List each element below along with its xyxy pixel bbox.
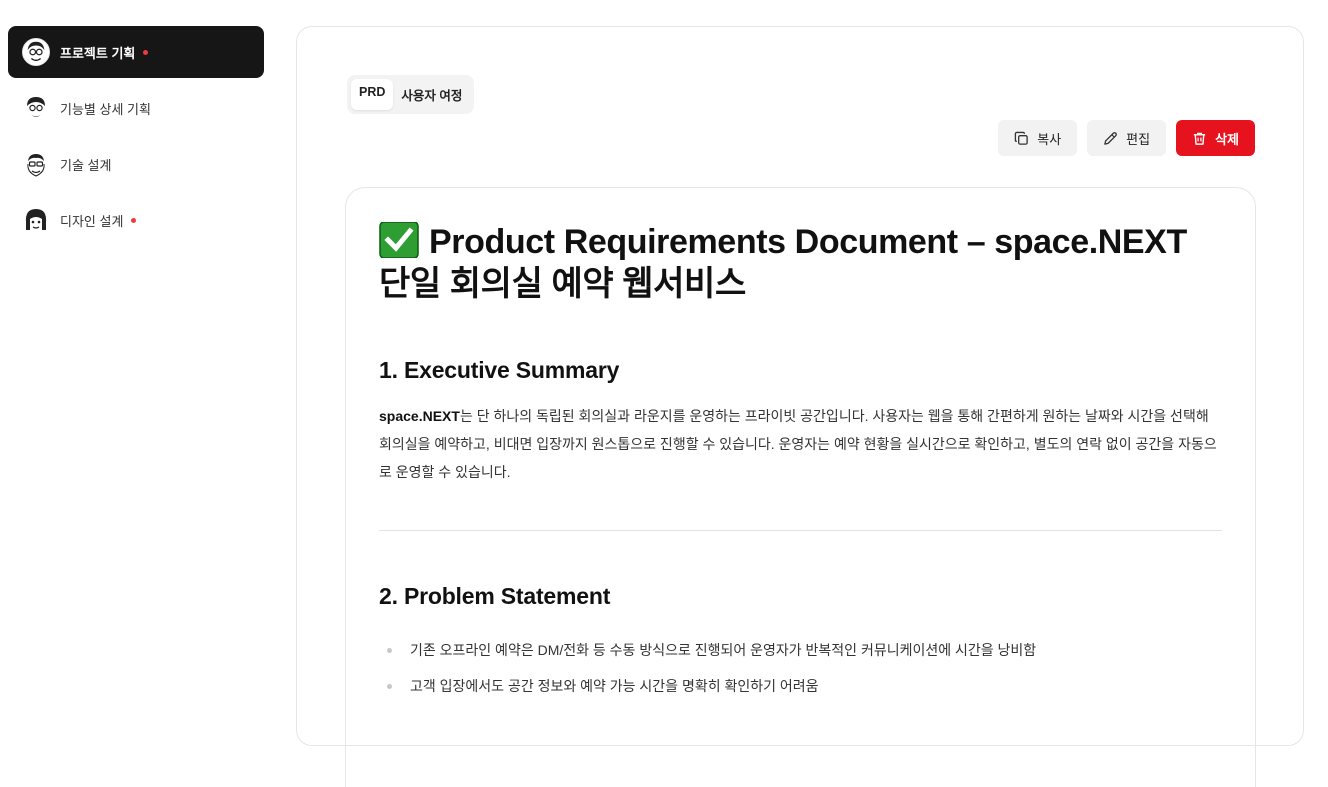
section-heading: 2. Problem Statement <box>379 583 611 609</box>
edit-button[interactable]: 편집 <box>1087 120 1167 156</box>
copy-button[interactable]: 복사 <box>998 120 1078 156</box>
sidebar-item-project-planning[interactable]: 프로젝트 기획 <box>8 26 264 78</box>
document-viewer: Product Requirements Document – space.NE… <box>345 187 1256 787</box>
sidebar-item-label: 디자인 설계 <box>60 213 124 229</box>
avatar-icon <box>22 150 50 178</box>
copy-button-label: 복사 <box>1037 131 1062 147</box>
list-item: 고객 입장에서도 공간 정보와 예약 가능 시간을 명확히 확인하기 어려움 <box>379 668 1222 704</box>
delete-button-label: 삭제 <box>1215 131 1239 147</box>
section-heading: 1. Executive Summary <box>379 357 620 383</box>
tab-user-journey[interactable]: 사용자 여정 <box>393 79 470 110</box>
edit-button-label: 편집 <box>1126 131 1151 147</box>
bullet-list: 기존 오프라인 예약은 DM/전화 등 수동 방식으로 진행되어 운영자가 반복… <box>379 632 1222 704</box>
sidebar-item-tech-design[interactable]: 기술 설계 <box>8 138 264 190</box>
section-paragraph: space.NEXT는 단 하나의 독립된 회의실과 라운지를 운영하는 프라이… <box>379 402 1222 486</box>
tab-prd[interactable]: PRD <box>351 79 394 110</box>
document-actions: 복사 편집 삭제 <box>998 120 1255 156</box>
divider <box>379 530 1222 531</box>
tab-bar: PRD 사용자 여정 <box>347 75 475 114</box>
main-panel: PRD 사용자 여정 복사 편집 삭제 Product Requirements… <box>296 26 1304 787</box>
document-title: Product Requirements Document – space.NE… <box>379 221 1222 305</box>
trash-icon <box>1193 132 1206 145</box>
delete-button[interactable]: 삭제 <box>1176 120 1255 156</box>
sidebar-item-feature-planning[interactable]: 기능별 상세 기획 <box>8 82 264 134</box>
document-title-text: Product Requirements Document – space.NE… <box>379 223 1187 303</box>
brand-name: space.NEXT <box>379 408 460 424</box>
avatar-icon <box>22 94 50 122</box>
avatar-icon <box>22 206 50 234</box>
sidebar: 프로젝트 기획 기능별 상세 기획 기술 설계 디자인 설계 <box>0 0 280 719</box>
notification-dot <box>131 217 137 223</box>
sidebar-item-label: 기술 설계 <box>60 157 112 173</box>
sidebar-item-label: 프로젝트 기획 <box>60 45 136 61</box>
sidebar-item-design[interactable]: 디자인 설계 <box>8 194 264 246</box>
paragraph-text: 는 단 하나의 독립된 회의실과 라운지를 운영하는 프라이빗 공간입니다. 사… <box>379 408 1217 480</box>
notification-dot <box>143 49 149 55</box>
avatar-icon <box>22 38 50 66</box>
list-item: 기존 오프라인 예약은 DM/전화 등 수동 방식으로 진행되어 운영자가 반복… <box>379 632 1222 668</box>
pencil-icon <box>1104 131 1118 145</box>
copy-icon <box>1014 131 1029 145</box>
check-mark-icon <box>379 222 419 258</box>
sidebar-item-label: 기능별 상세 기획 <box>60 101 151 117</box>
